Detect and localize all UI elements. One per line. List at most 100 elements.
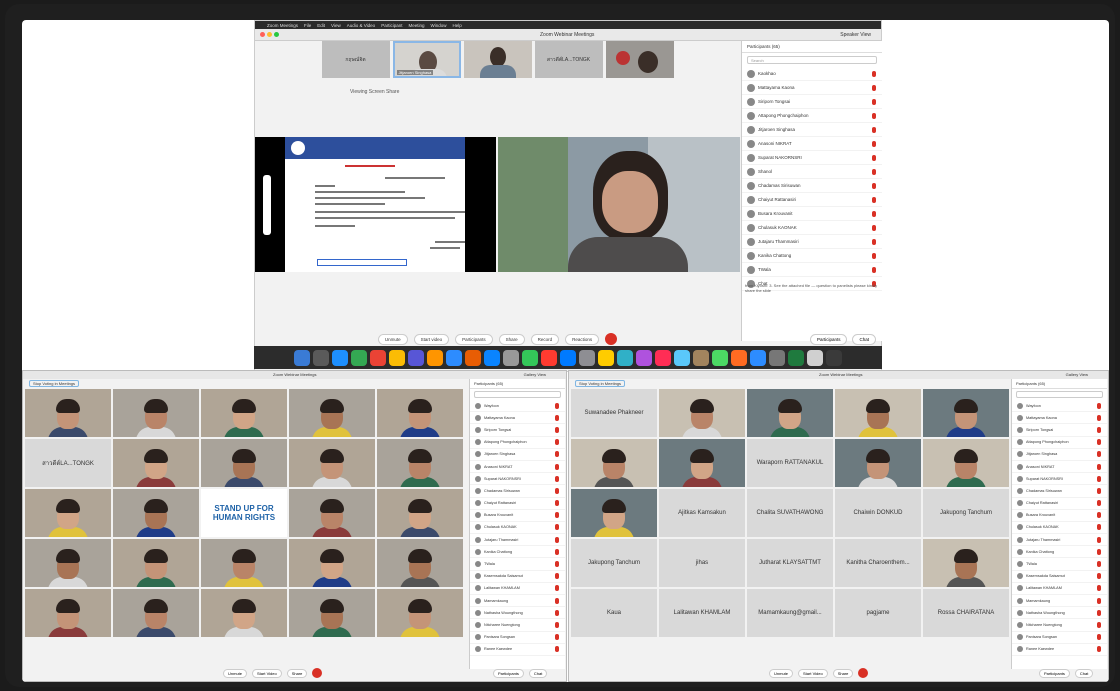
microphone-muted-icon[interactable] bbox=[1097, 609, 1101, 616]
microphone-muted-icon[interactable] bbox=[555, 597, 559, 604]
video-tile[interactable]: Lalitawan KHAMLAM bbox=[659, 589, 745, 637]
video-tile[interactable] bbox=[289, 489, 375, 537]
video-tile[interactable] bbox=[377, 389, 463, 437]
microphone-muted-icon[interactable] bbox=[1097, 585, 1101, 592]
video-tile[interactable] bbox=[377, 439, 463, 487]
participant-row[interactable]: Chulasuk KAONAK bbox=[742, 221, 882, 235]
video-tile[interactable] bbox=[659, 439, 745, 487]
menu-view[interactable]: View bbox=[331, 23, 341, 28]
dock-app-icon[interactable] bbox=[427, 349, 443, 366]
video-tile[interactable] bbox=[377, 539, 463, 587]
video-tile[interactable] bbox=[289, 539, 375, 587]
video-tile[interactable] bbox=[923, 439, 1009, 487]
video-tile[interactable] bbox=[377, 589, 463, 637]
participant-row[interactable]: Chaiyut Rattanasiri bbox=[742, 193, 882, 207]
dock-app-icon[interactable] bbox=[446, 349, 462, 366]
dock-app-icon[interactable] bbox=[579, 349, 595, 366]
participant-row[interactable]: Busara Krouvanit bbox=[742, 207, 882, 221]
participant-row[interactable]: Kanika Chattong bbox=[470, 546, 565, 559]
video-tile[interactable] bbox=[201, 589, 287, 637]
video-tile[interactable] bbox=[25, 539, 111, 587]
microphone-muted-icon[interactable] bbox=[872, 196, 876, 203]
microphone-muted-icon[interactable] bbox=[555, 512, 559, 519]
microphone-muted-icon[interactable] bbox=[555, 451, 559, 458]
participant-row[interactable]: Jitjaroen Singhasa bbox=[470, 449, 565, 461]
participant-row[interactable]: Anasoni NIKRAT bbox=[1012, 461, 1107, 474]
microphone-muted-icon[interactable] bbox=[872, 252, 876, 259]
leave-button[interactable] bbox=[858, 668, 869, 678]
video-tile[interactable]: Waraporn RATTANAKUL bbox=[747, 439, 833, 487]
start-video-button[interactable]: Start video bbox=[413, 333, 450, 345]
microphone-muted-icon[interactable] bbox=[1097, 597, 1101, 604]
video-tile[interactable] bbox=[289, 439, 375, 487]
participant-row[interactable]: Suparat NAKORNSRI bbox=[470, 473, 565, 486]
microphone-muted-icon[interactable] bbox=[555, 426, 559, 433]
participant-row[interactable]: Nitcharee Nuengtong bbox=[1012, 619, 1107, 632]
video-tile[interactable]: Jutharat KLAYSATTMT bbox=[747, 539, 833, 587]
participant-row[interactable]: Chaiyut Rattanasiri bbox=[470, 498, 565, 510]
dock-app-icon[interactable] bbox=[788, 349, 804, 366]
participant-row[interactable]: Suparat NAKORNSRI bbox=[1012, 473, 1107, 486]
video-tile[interactable]: Chaiwin DONKUD bbox=[835, 489, 921, 537]
participant-row[interactable]: Kasemsakda Saisamut bbox=[1012, 571, 1107, 583]
participant-row[interactable]: Kasemsakda Saisamut bbox=[470, 571, 565, 583]
microphone-muted-icon[interactable] bbox=[555, 439, 559, 446]
microphone-muted-icon[interactable] bbox=[555, 414, 559, 421]
dock-app-icon[interactable] bbox=[826, 349, 842, 366]
participant-search-input[interactable] bbox=[474, 391, 561, 398]
participant-row[interactable]: Mamamkaung bbox=[1012, 595, 1107, 608]
participant-row[interactable]: Jutajaru Thammasiri bbox=[1012, 534, 1107, 547]
participants-tab[interactable]: Participants bbox=[809, 333, 848, 345]
unmute-button[interactable]: Unmute bbox=[223, 668, 248, 678]
dock-app-icon[interactable] bbox=[617, 349, 633, 366]
dock-app-icon[interactable] bbox=[484, 349, 500, 366]
participant-row[interactable]: Chaiyut Rattanasiri bbox=[1012, 498, 1107, 510]
participant-search-input[interactable]: Search bbox=[747, 56, 877, 64]
menu-edit[interactable]: Edit bbox=[317, 23, 325, 28]
participant-row[interactable]: Mattayama Kaona bbox=[470, 412, 565, 425]
menu-file[interactable]: File bbox=[304, 23, 311, 28]
microphone-muted-icon[interactable] bbox=[555, 536, 559, 543]
maximize-window-button[interactable] bbox=[274, 32, 279, 37]
participant-row[interactable]: TWala bbox=[742, 263, 882, 277]
dock-app-icon[interactable] bbox=[370, 349, 386, 366]
chat-tab[interactable]: Chat bbox=[852, 333, 876, 345]
video-tile[interactable]: jihas bbox=[659, 539, 745, 587]
microphone-muted-icon[interactable] bbox=[872, 266, 876, 273]
video-tile[interactable] bbox=[377, 489, 463, 537]
microphone-muted-icon[interactable] bbox=[1097, 512, 1101, 519]
dock-app-icon[interactable] bbox=[313, 349, 329, 366]
close-window-button[interactable] bbox=[260, 32, 265, 37]
microphone-muted-icon[interactable] bbox=[1097, 634, 1101, 641]
microphone-muted-icon[interactable] bbox=[872, 210, 876, 217]
participant-row[interactable]: Chadamas Sirisuwan bbox=[470, 485, 565, 498]
microphone-muted-icon[interactable] bbox=[555, 634, 559, 641]
microphone-muted-icon[interactable] bbox=[555, 475, 559, 482]
video-tile[interactable] bbox=[289, 389, 375, 437]
video-tile[interactable] bbox=[659, 389, 745, 437]
participant-row[interactable]: Chulasuk KAONAK bbox=[1012, 522, 1107, 535]
participant-row[interactable]: Chadamas Sirisuwan bbox=[1012, 485, 1107, 498]
record-button[interactable]: Record bbox=[530, 333, 560, 345]
participant-row[interactable]: Busara Krouvanit bbox=[1012, 510, 1107, 522]
menu-meeting[interactable]: Meeting bbox=[408, 23, 424, 28]
microphone-muted-icon[interactable] bbox=[872, 168, 876, 175]
unmute-button[interactable]: Unmute bbox=[769, 668, 794, 678]
share-annotation-toolbar[interactable] bbox=[263, 175, 271, 235]
start-video-button[interactable]: Start Video bbox=[798, 668, 828, 678]
microphone-muted-icon[interactable] bbox=[555, 561, 559, 568]
participant-row[interactable]: Lalitawan KHAMLAM bbox=[1012, 583, 1107, 595]
video-tile[interactable] bbox=[113, 589, 199, 637]
video-tile[interactable]: Jakupong Tanchum bbox=[571, 539, 657, 587]
video-tile[interactable] bbox=[201, 539, 287, 587]
video-tile[interactable] bbox=[923, 389, 1009, 437]
video-tile[interactable] bbox=[835, 439, 921, 487]
participant-row[interactable]: Chadamas Sirisuwan bbox=[742, 179, 882, 193]
menu-participant[interactable]: Participant bbox=[381, 23, 402, 28]
microphone-muted-icon[interactable] bbox=[1097, 426, 1101, 433]
menu-help[interactable]: Help bbox=[452, 23, 461, 28]
chat-tab[interactable]: Chat bbox=[1074, 668, 1094, 678]
microphone-muted-icon[interactable] bbox=[555, 402, 559, 409]
microphone-muted-icon[interactable] bbox=[555, 548, 559, 555]
microphone-muted-icon[interactable] bbox=[1097, 451, 1101, 458]
